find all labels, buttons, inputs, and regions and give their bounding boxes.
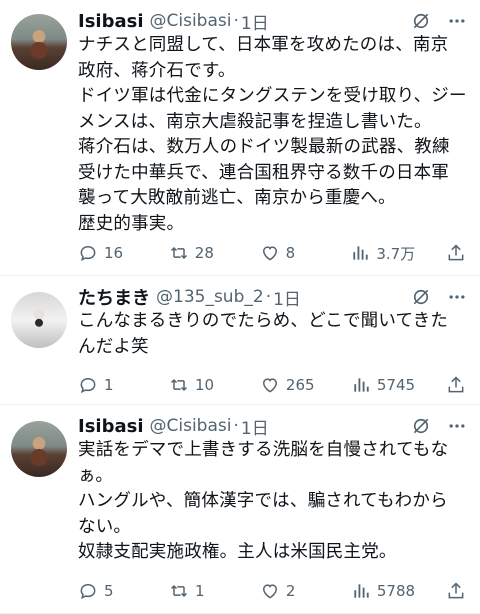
reply-icon — [80, 245, 96, 262]
grok-icon[interactable] — [410, 10, 432, 32]
timestamp[interactable]: 1日 — [241, 414, 269, 439]
like-count: 2 — [285, 582, 296, 600]
avatar[interactable] — [11, 421, 67, 477]
grok-icon[interactable] — [410, 415, 432, 437]
share-icon — [448, 582, 464, 599]
text-line: ドイツ軍は代金にタングステンを受け取り、ジー — [78, 86, 467, 106]
tweet-text: ナチスと同盟して、日本軍を攻めたのは、南京 政府、蒋介石です。 ドイツ軍は代金に… — [78, 33, 470, 237]
text-line: ぁ。 — [78, 465, 114, 486]
text-line: 実話をデマで上書きする洗脳を自慢されてもな — [78, 440, 449, 460]
views-button[interactable]: 5788 — [351, 581, 415, 601]
more-icon[interactable] — [446, 10, 468, 32]
user-handle[interactable]: @135_sub_2 — [156, 287, 264, 307]
reply-button[interactable]: 16 — [78, 243, 138, 263]
display-name[interactable]: Isibasi — [78, 11, 144, 32]
timestamp[interactable]: 1日 — [241, 9, 269, 34]
user-handle[interactable]: @Cisibasi — [150, 11, 232, 31]
text-line: ナチスと同盟して、日本軍を攻めたのは、南京 — [78, 35, 449, 55]
views-count: 5745 — [376, 376, 416, 394]
text-line: こんなまるきりのでたらめ、どこで聞いてきた — [78, 311, 449, 331]
retweet-button[interactable]: 1 — [169, 581, 229, 601]
share-icon — [448, 244, 464, 261]
like-count: 8 — [285, 244, 296, 262]
retweet-count: 10 — [194, 376, 215, 394]
retweet-icon — [170, 378, 187, 392]
share-button[interactable] — [446, 243, 466, 263]
like-count: 265 — [285, 376, 315, 394]
views-button[interactable]: 3.7万 — [350, 243, 415, 264]
grok-icon[interactable] — [410, 286, 432, 308]
text-line: 政府、蒋介石です。 — [78, 60, 236, 81]
display-name[interactable]: Isibasi — [78, 416, 144, 437]
share-icon — [448, 376, 464, 393]
text-line: 奴隷支配実施政権。主人は米国民主党。 — [78, 542, 397, 562]
views-icon — [354, 378, 369, 392]
reply-button[interactable]: 1 — [78, 375, 138, 395]
like-button[interactable]: 2 — [260, 581, 320, 601]
reply-count: 16 — [104, 244, 124, 262]
avatar[interactable] — [11, 14, 67, 70]
like-icon — [262, 246, 277, 261]
share-button[interactable] — [446, 375, 466, 395]
text-line: 襲って大敗敵前逃亡、南京から重慶へ。 — [78, 188, 396, 208]
more-icon[interactable] — [446, 415, 468, 437]
separator-dot: · — [233, 416, 239, 436]
text-line: 歴史的事実。 — [78, 213, 185, 234]
more-icon[interactable] — [446, 286, 468, 308]
display-name[interactable]: たちまき — [78, 284, 150, 310]
like-button[interactable]: 8 — [260, 243, 320, 263]
like-button[interactable]: 265 — [260, 375, 320, 395]
views-button[interactable]: 5745 — [351, 375, 415, 395]
views-icon — [353, 246, 369, 260]
retweet-button[interactable]: 10 — [169, 375, 229, 395]
reply-button[interactable]: 5 — [78, 581, 138, 601]
like-icon — [262, 584, 277, 599]
reply-count: 1 — [104, 376, 114, 394]
views-count: 3.7万 — [376, 244, 416, 263]
tweet-text: 実話をデマで上書きする洗脳を自慢されてもな ぁ。 ハングルや、簡体漢字では、騙さ… — [78, 438, 470, 566]
text-line: んだよ笑 — [78, 336, 149, 357]
share-button[interactable] — [446, 581, 466, 601]
tweet-1[interactable]: Isibasi @Cisibasi · 1日 ナチスと同盟して、日本軍を攻めたの… — [0, 0, 480, 276]
views-count: 5788 — [376, 582, 416, 600]
views-icon — [354, 584, 369, 598]
reply-icon — [80, 583, 96, 600]
separator-dot: · — [265, 287, 272, 307]
retweet-button[interactable]: 28 — [169, 243, 229, 263]
retweet-icon — [170, 584, 187, 598]
timestamp[interactable]: 1日 — [273, 285, 301, 310]
text-line: 受けた中華兵で、連合国租界守る数千の日本軍 — [78, 162, 449, 183]
reply-icon — [80, 377, 96, 394]
text-line: ハングルや、簡体漢字では、騙されてもわから — [78, 491, 448, 511]
reply-count: 5 — [104, 582, 114, 600]
user-handle[interactable]: @Cisibasi — [150, 416, 232, 436]
text-line: 蒋介石は、数万人のドイツ製最新の武器、教練 — [78, 137, 450, 157]
retweet-icon — [170, 246, 187, 260]
text-line: メンスは、南京大虐殺記事を捏造し書いた。 — [78, 111, 432, 132]
tweet-text: こんなまるきりのでたらめ、どこで聞いてきた んだよ笑 — [78, 309, 470, 360]
separator-dot: · — [233, 11, 239, 31]
retweet-count: 28 — [194, 244, 214, 262]
retweet-count: 1 — [194, 582, 205, 600]
tweet-3[interactable]: Isibasi @Cisibasi · 1日 実話をデマで上書きする洗脳を自慢さ… — [0, 405, 480, 614]
avatar[interactable] — [11, 292, 67, 348]
tweet-2[interactable]: たちまき @135_sub_2 · 1日 こんなまるきりのでたらめ、どこで聞いて… — [0, 276, 480, 405]
text-line: ない。 — [78, 516, 132, 537]
like-icon — [262, 378, 277, 393]
